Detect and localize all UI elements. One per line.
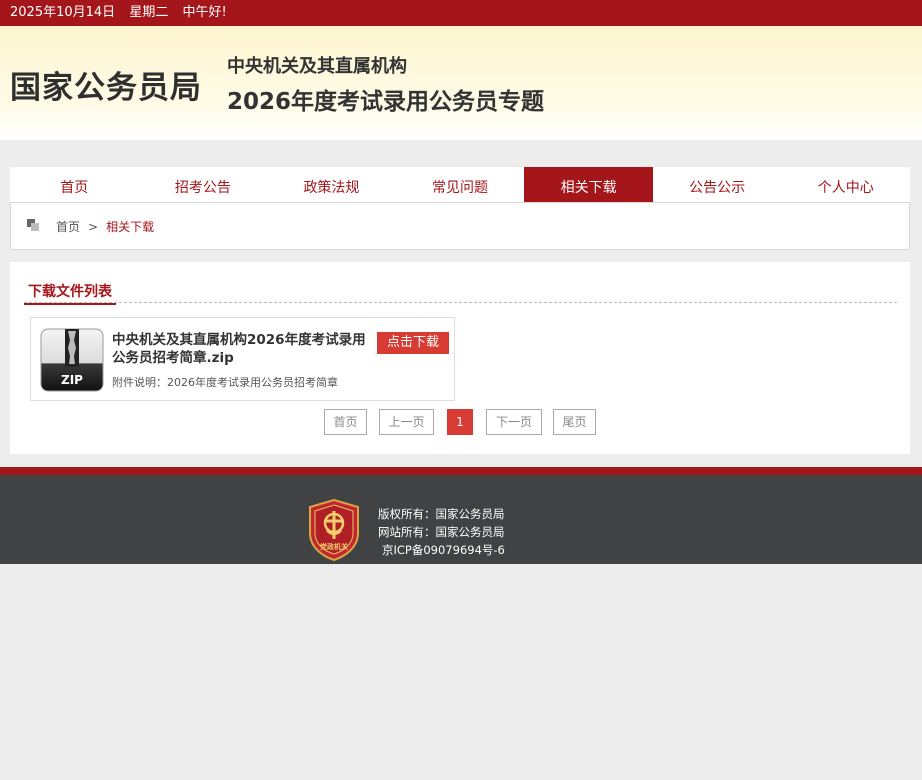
breadcrumb-home-link[interactable]: 首页 [56,220,80,234]
pager-prev-button[interactable]: 上一页 [379,409,434,435]
header-title: 2026年度考试录用公务员专题 [227,89,545,115]
section-divider [24,302,897,303]
zip-icon-label: ZIP [61,373,83,387]
footer-site-owner: 网站所有：国家公务员局 [378,525,505,539]
site-header: 国家公务员局 中央机关及其直属机构 2026年度考试录用公务员专题 首页 招考公… [0,26,922,215]
footer-copyright: 版权所有：国家公务员局 [378,507,505,521]
weekday-text: 星期二 [129,5,169,20]
site-name: 国家公务员局 [10,70,202,106]
header-subtitle: 中央机关及其直属机构 [227,56,407,77]
file-name[interactable]: 中央机关及其直属机构2026年度考试录用公务员招考简章.zip [112,331,372,367]
greeting-text: 中午好! [182,5,227,20]
site-footer: 党政机关 版权所有：国家公务员局 网站所有：国家公务员局 京ICP备090796… [0,467,922,564]
top-info-bar: 2025年10月14日 星期二 中午好! [0,0,922,26]
date-text: 2025年10月14日 [10,5,116,20]
breadcrumb-separator: > [88,220,99,234]
pager-first-button[interactable]: 首页 [324,409,367,435]
footer-icp-link[interactable]: 京ICP备09079694号-6 [378,541,505,559]
emblem-label: 党政机关 [320,542,348,551]
download-button[interactable]: 点击下载 [377,332,449,354]
file-description: 附件说明：2026年度考试录用公务员招考简章 [112,376,338,389]
download-list-panel: 下载文件列表 ZIP 中央机关及其直属机构2026年度考试录用公务员招考简章.z… [10,262,910,454]
party-government-emblem-icon[interactable]: 党政机关 [308,499,360,561]
location-icon [27,219,41,231]
zip-file-icon[interactable]: ZIP [40,328,104,392]
pager-page-1[interactable]: 1 [447,409,473,435]
breadcrumb: 首页 > 相关下载 [10,202,910,250]
pager-last-button[interactable]: 尾页 [553,409,596,435]
pager-next-button[interactable]: 下一页 [486,409,542,435]
breadcrumb-current[interactable]: 相关下载 [106,220,154,234]
file-item: ZIP 中央机关及其直属机构2026年度考试录用公务员招考简章.zip 点击下载… [30,317,455,401]
